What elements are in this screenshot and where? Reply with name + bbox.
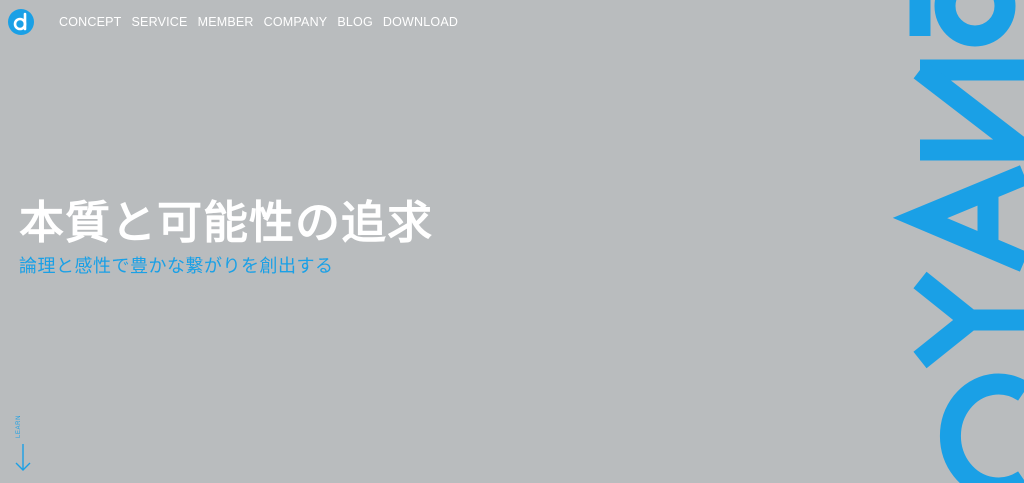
hero-headline: 本質と可能性の追求: [19, 196, 434, 249]
main-nav: CONCEPT SERVICE MEMBER COMPANY BLOG DOWN…: [59, 14, 468, 30]
brand-wordmark-logo: [892, 0, 1024, 483]
nav-item-concept[interactable]: CONCEPT: [59, 14, 122, 30]
nav-item-blog[interactable]: BLOG: [337, 14, 373, 30]
page: CONCEPT SERVICE MEMBER COMPANY BLOG DOWN…: [0, 0, 1024, 483]
learn-label: LEARN: [16, 414, 22, 438]
nav-item-download[interactable]: DOWNLOAD: [383, 14, 458, 30]
nav-item-member[interactable]: MEMBER: [198, 14, 254, 30]
nav-item-service[interactable]: SERVICE: [132, 14, 188, 30]
hero-subheadline: 論理と感性で豊かな繋がりを創出する: [19, 256, 334, 277]
arrow-down-icon: [15, 444, 31, 471]
learn-scroll-link[interactable]: LEARN: [12, 408, 34, 474]
d-circle-logo-icon[interactable]: [8, 9, 34, 35]
nav-item-company[interactable]: COMPANY: [264, 14, 328, 30]
